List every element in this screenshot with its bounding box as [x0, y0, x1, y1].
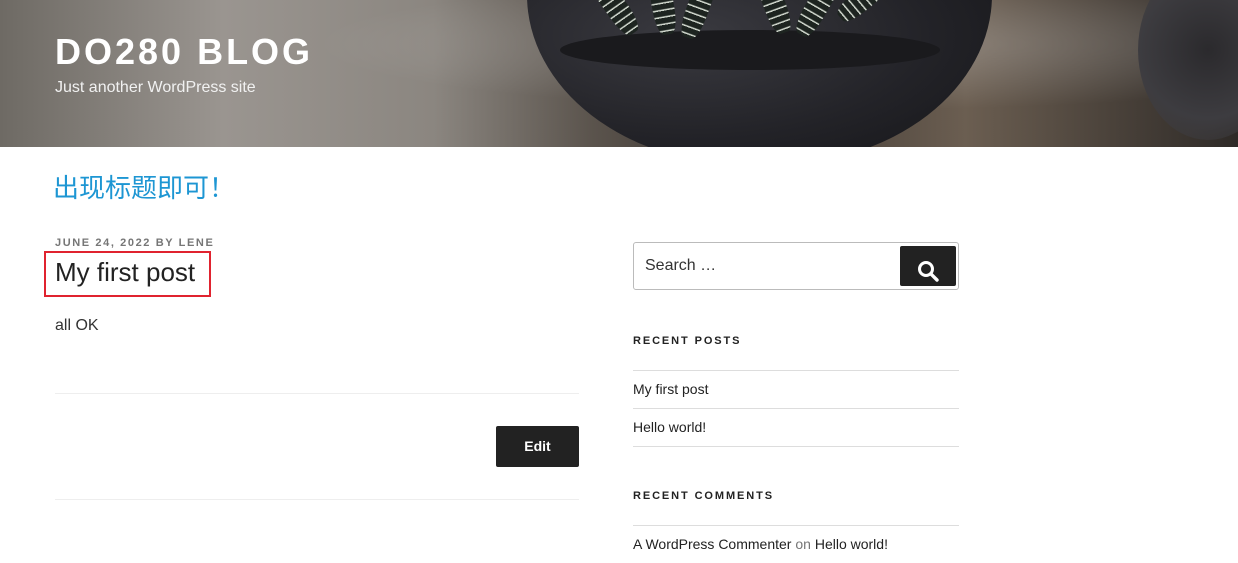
recent-posts-list: My first post Hello world!	[633, 370, 959, 447]
search-input[interactable]	[634, 243, 894, 289]
post-meta: JUNE 24, 2022 BY LENE	[55, 236, 214, 250]
post-author-link[interactable]: LENE	[179, 237, 215, 249]
recent-comments-title: RECENT COMMENTS	[633, 490, 774, 502]
recent-posts-title: RECENT POSTS	[633, 335, 742, 347]
list-item: A WordPress Commenter on Hello world!	[633, 525, 959, 563]
post-date-link[interactable]: JUNE 24, 2022	[55, 237, 151, 249]
site-description: Just another WordPress site	[55, 79, 256, 96]
comment-author-link[interactable]: A WordPress Commenter	[633, 536, 791, 552]
list-item: Hello world!	[633, 408, 959, 447]
search-icon	[900, 260, 956, 282]
site-header: DO280 BLOG Just another WordPress site	[0, 0, 1238, 147]
search-form	[633, 242, 959, 290]
recent-post-link[interactable]: Hello world!	[633, 419, 706, 435]
header-plant-pot-rim	[560, 30, 940, 70]
search-button[interactable]	[900, 246, 956, 286]
site-title[interactable]: DO280 BLOG	[55, 30, 313, 74]
divider	[55, 393, 579, 394]
list-item: My first post	[633, 370, 959, 408]
header-background-blur	[1138, 0, 1238, 140]
page-title[interactable]: 出现标题即可！	[53, 171, 235, 207]
recent-comments-list: A WordPress Commenter on Hello world!	[633, 525, 959, 563]
post-title[interactable]: My first post	[55, 256, 195, 288]
header-plant-pot-image	[527, 0, 992, 147]
comment-post-link[interactable]: Hello world!	[815, 536, 888, 552]
recent-post-link[interactable]: My first post	[633, 381, 708, 397]
edit-post-button[interactable]: Edit	[496, 426, 579, 467]
post-content: all OK	[55, 317, 99, 334]
post-byline-by: BY	[155, 237, 174, 249]
divider	[55, 499, 579, 500]
comment-on-text: on	[795, 536, 811, 552]
